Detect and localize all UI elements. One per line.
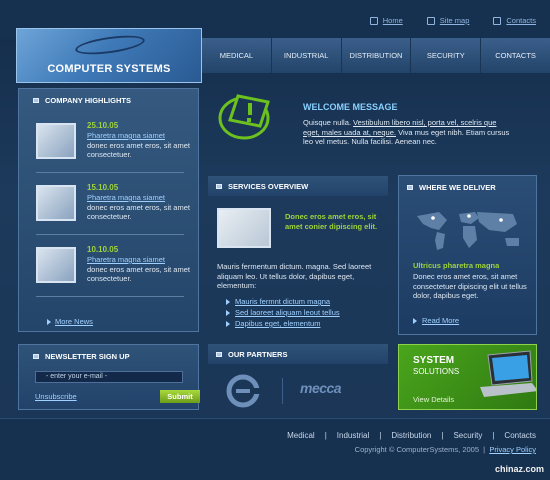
world-map-icon: [417, 212, 519, 250]
footer: Medical | Industrial | Distribution | Secur…: [0, 418, 550, 480]
system-solutions-banner[interactable]: SYSTEM SOLUTIONS View Details: [398, 344, 537, 410]
divider: |: [379, 431, 382, 440]
copyright: Copyright © ComputerSystems, 2005 | Priv…: [354, 445, 536, 454]
divider: |: [492, 431, 495, 440]
home-icon: [369, 16, 378, 25]
footer-link-security[interactable]: Security: [453, 431, 482, 440]
divider: |: [324, 431, 327, 440]
list-item: 10.10.05 Pharetra magna siamet donec ero…: [19, 235, 198, 297]
page: Home Site map Contacts COMPUTER SYSTEMS …: [0, 0, 550, 480]
news-title-link[interactable]: Pharetra magna siamet: [87, 255, 165, 264]
unsubscribe-link[interactable]: Unsubscribe: [35, 392, 77, 401]
service-link[interactable]: Dapibus eget, elementum: [226, 318, 340, 329]
service-link[interactable]: Sed laoreet aliquam leout tellus: [226, 307, 340, 318]
arrow-right-icon: [226, 298, 230, 305]
mouse-thumbnail[interactable]: [36, 185, 76, 221]
promo-subtitle: SOLUTIONS: [413, 367, 460, 376]
welcome-text: Quisque nulla. Vestibulum libero nisl, p…: [303, 118, 510, 146]
footer-link-medical[interactable]: Medical: [287, 431, 315, 440]
partner-logo-mecca[interactable]: mecca: [300, 380, 342, 396]
laptop-thumbnail[interactable]: [36, 123, 76, 159]
top-links: Home Site map Contacts: [369, 16, 536, 25]
highlights-header: COMPANY HIGHLIGHTS: [19, 89, 198, 111]
services-header: SERVICES OVERVIEW: [208, 176, 388, 196]
nav-industrial[interactable]: INDUSTRIAL: [270, 38, 341, 73]
email-field[interactable]: - enter your e-mail -: [35, 371, 183, 383]
logo-swoosh-icon: [74, 32, 146, 58]
news-desc: donec eros amet eros, sit amet consectet…: [87, 203, 190, 221]
arrow-right-icon: [47, 318, 51, 325]
promo-title: SYSTEM: [413, 355, 455, 366]
home-link[interactable]: Home: [369, 16, 403, 25]
laptop-icon: [480, 350, 536, 397]
services-links: Mauris fermnt dictum magna Sed laoreet a…: [226, 296, 340, 329]
footer-link-distribution[interactable]: Distribution: [391, 431, 431, 440]
contacts-icon: [493, 16, 502, 25]
arrow-right-icon: [226, 320, 230, 327]
deliver-header: WHERE WE DELIVER: [399, 176, 536, 198]
services-lead: Donec eros amet eros, sit amet conier di…: [285, 212, 378, 231]
bullet-icon: [33, 353, 39, 359]
news-date: 25.10.05: [87, 121, 119, 130]
list-item: 15.10.05 Pharetra magna siamet donec ero…: [19, 173, 198, 235]
news-date: 10.10.05: [87, 245, 119, 254]
newsletter-header: NEWSLETTER SIGN UP: [19, 345, 198, 367]
news-desc: donec eros amet eros, sit amet consectet…: [87, 265, 190, 283]
footer-link-industrial[interactable]: Industrial: [337, 431, 369, 440]
bullet-icon: [407, 184, 413, 190]
sitemap-icon: [426, 16, 435, 25]
nav-contacts[interactable]: CONTACTS: [480, 38, 550, 73]
news-title-link[interactable]: Pharetra magna siamet: [87, 131, 165, 140]
nav-security[interactable]: SECURITY: [410, 38, 480, 73]
sitemap-link[interactable]: Site map: [426, 16, 469, 25]
news-desc: donec eros amet eros, sit amet consectet…: [87, 141, 190, 159]
view-details-link[interactable]: View Details: [413, 395, 454, 404]
nav-medical[interactable]: MEDICAL: [202, 38, 271, 73]
deliver-text: Donec eros amet eros, sit amet consectet…: [413, 272, 527, 300]
watermark: chinaz.com: [494, 464, 544, 474]
divider: |: [441, 431, 444, 440]
logo[interactable]: COMPUTER SYSTEMS: [16, 28, 202, 83]
bullet-icon: [216, 183, 222, 189]
service-link[interactable]: Mauris fermnt dictum magna: [226, 296, 340, 307]
company-highlights-panel: COMPANY HIGHLIGHTS 25.10.05 Pharetra mag…: [18, 88, 199, 332]
news-date: 15.10.05: [87, 183, 119, 192]
services-text: Mauris fermentum dictum. magna. Sed laor…: [217, 262, 372, 290]
welcome-message-icon: [218, 94, 270, 140]
more-news-link[interactable]: More News: [47, 317, 93, 326]
divider: [36, 296, 184, 297]
arrow-right-icon: [226, 309, 230, 316]
where-we-deliver-panel: WHERE WE DELIVER Ultricus pharetra magna…: [398, 175, 537, 335]
building-thumbnail[interactable]: [36, 247, 76, 283]
news-title-link[interactable]: Pharetra magna siamet: [87, 193, 165, 202]
contacts-link[interactable]: Contacts: [493, 16, 536, 25]
submit-button[interactable]: Submit: [160, 390, 200, 403]
nav-distribution[interactable]: DISTRIBUTION: [340, 38, 411, 73]
bullet-icon: [216, 351, 222, 357]
footer-nav: Medical | Industrial | Distribution | Secur…: [287, 431, 536, 440]
arrow-right-icon: [413, 317, 417, 324]
partners-header: OUR PARTNERS: [208, 344, 388, 364]
bullet-icon: [33, 97, 39, 103]
privacy-policy-link[interactable]: Privacy Policy: [489, 445, 536, 454]
welcome-title: WELCOME MESSAGE: [303, 102, 398, 112]
partner-logo-e-icon[interactable]: [226, 374, 260, 408]
main-nav: MEDICAL INDUSTRIAL DISTRIBUTION SECURITY…: [202, 38, 550, 73]
deliver-subtitle: Ultricus pharetra magna: [413, 261, 500, 270]
services-photo: [217, 208, 271, 248]
logo-text: COMPUTER SYSTEMS: [47, 63, 171, 75]
footer-link-contacts[interactable]: Contacts: [504, 431, 536, 440]
read-more-link[interactable]: Read More: [413, 316, 459, 325]
newsletter-panel: NEWSLETTER SIGN UP - enter your e-mail -…: [18, 344, 200, 410]
divider: [282, 378, 283, 404]
list-item: 25.10.05 Pharetra magna siamet donec ero…: [19, 111, 198, 173]
